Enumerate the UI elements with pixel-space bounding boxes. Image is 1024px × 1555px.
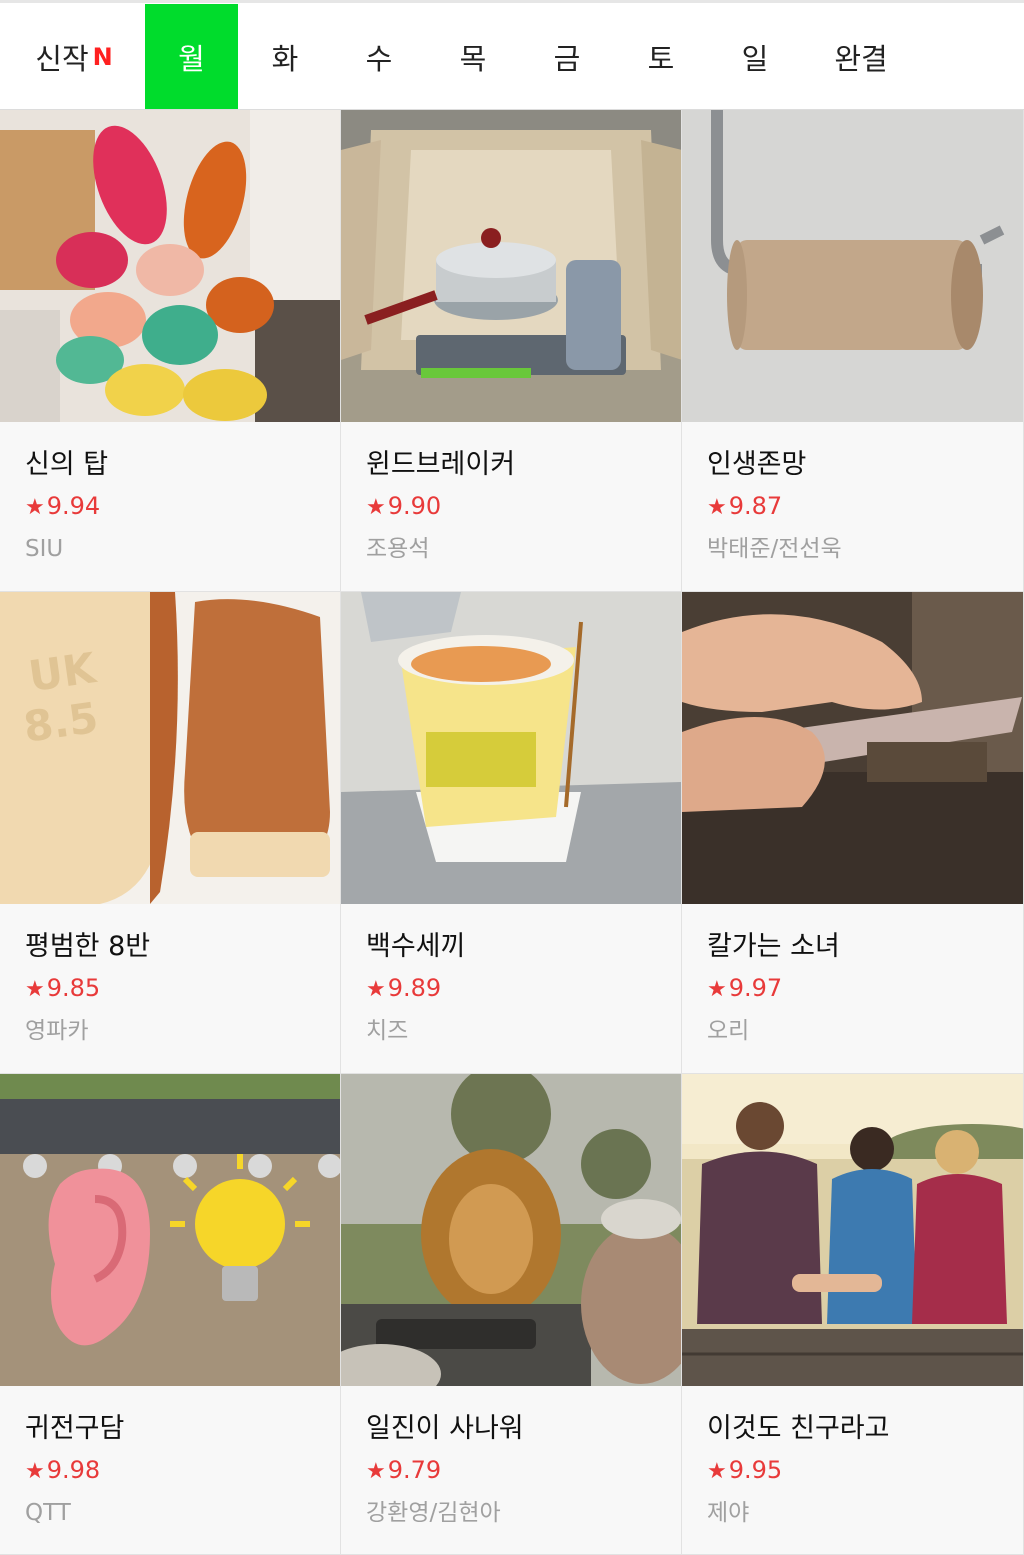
svg-text:8.5: 8.5 (21, 693, 102, 752)
card-info: 신의 탑 ★9.94 SIU (25, 445, 330, 569)
webtoon-author: QTT (25, 1500, 71, 1526)
card-info: 귀전구담 ★9.98 QTT (25, 1409, 330, 1533)
svg-text:UK: UK (26, 643, 100, 701)
star-icon: ★ (366, 1459, 386, 1484)
webtoon-title: 이것도 친구라고 (707, 1413, 890, 1444)
star-icon: ★ (25, 495, 45, 520)
webtoon-card[interactable]: 일진이 사나워 ★9.79 강환영/김현아 (341, 1074, 682, 1555)
tab-wednesday[interactable]: 수 (332, 4, 426, 109)
rating-value: 9.87 (728, 492, 783, 520)
rating-value: 9.95 (728, 1456, 783, 1484)
card-info: 평범한 8반 ★9.85 영파카 (25, 927, 330, 1051)
tab-monday[interactable]: 월 (145, 4, 238, 109)
card-info: 칼가는 소녀 ★9.97 오리 (707, 927, 1013, 1051)
tab-completed-label: 완결 (834, 41, 888, 76)
webtoon-card[interactable]: UK 8.5 평범한 8반 ★9.85 영파카 (0, 592, 341, 1074)
star-icon: ★ (25, 1459, 45, 1484)
webtoon-title: 백수세끼 (366, 931, 466, 962)
thumbnail-ballet-flats (0, 110, 340, 422)
thumbnail-toilet-paper-roll (682, 110, 1023, 422)
webtoon-author: 오리 (707, 1018, 750, 1044)
rating-value: 9.90 (387, 492, 442, 520)
rating-value: 9.97 (728, 974, 783, 1002)
webtoon-rating: ★9.79 (366, 1450, 671, 1492)
thumbnail-friends-dock (682, 1074, 1023, 1386)
webtoon-rating: ★9.94 (25, 486, 330, 528)
webtoon-rating: ★9.95 (707, 1450, 1013, 1492)
tab-new[interactable]: 신작 N (20, 4, 128, 109)
thumbnail-boots: UK 8.5 (0, 592, 340, 904)
tab-monday-label: 월 (178, 41, 205, 76)
webtoon-card[interactable]: 이것도 친구라고 ★9.95 제야 (682, 1074, 1024, 1555)
webtoon-title: 윈드브레이커 (366, 449, 516, 480)
tab-tuesday[interactable]: 화 (238, 4, 332, 109)
tab-friday-label: 금 (553, 41, 581, 76)
star-icon: ★ (707, 495, 727, 520)
webtoon-author: 박태준/전선욱 (707, 536, 842, 562)
tab-tuesday-label: 화 (271, 41, 299, 76)
tab-friday[interactable]: 금 (520, 4, 614, 109)
tab-completed[interactable]: 완결 (812, 4, 910, 109)
webtoon-rating: ★9.85 (25, 968, 330, 1010)
rating-value: 9.89 (387, 974, 442, 1002)
webtoon-card[interactable]: 귀전구담 ★9.98 QTT (0, 1074, 341, 1555)
star-icon: ★ (707, 1459, 727, 1484)
tab-sunday[interactable]: 일 (708, 4, 802, 109)
webtoon-rating: ★9.87 (707, 486, 1013, 528)
webtoon-card[interactable]: 인생존망 ★9.87 박태준/전선욱 (682, 110, 1024, 592)
card-info: 인생존망 ★9.87 박태준/전선욱 (707, 445, 1013, 569)
card-info: 윈드브레이커 ★9.90 조용석 (366, 445, 671, 569)
webtoon-card[interactable]: 윈드브레이커 ★9.90 조용석 (341, 110, 682, 592)
star-icon: ★ (366, 977, 386, 1002)
webtoon-card[interactable]: 백수세끼 ★9.89 치즈 (341, 592, 682, 1074)
webtoon-rating: ★9.90 (366, 486, 671, 528)
tab-thursday-label: 목 (459, 41, 487, 76)
webtoon-grid: 신의 탑 ★9.94 SIU 윈드브레이커 ★9.90 조용석 인생존망 ★9.… (0, 110, 1024, 1555)
webtoon-title: 평범한 8반 (25, 931, 151, 962)
tab-thursday[interactable]: 목 (426, 4, 520, 109)
tab-sunday-label: 일 (741, 41, 769, 76)
tab-saturday[interactable]: 토 (614, 4, 708, 109)
webtoon-title: 귀전구담 (25, 1413, 125, 1444)
webtoon-title: 칼가는 소녀 (707, 931, 840, 962)
star-icon: ★ (707, 977, 727, 1002)
webtoon-author: 강환영/김현아 (366, 1500, 501, 1526)
webtoon-card[interactable]: 신의 탑 ★9.94 SIU (0, 110, 341, 592)
webtoon-card[interactable]: 칼가는 소녀 ★9.97 오리 (682, 592, 1024, 1074)
webtoon-author: 치즈 (366, 1018, 409, 1044)
star-icon: ★ (366, 495, 386, 520)
thumbnail-knife-sharpening (682, 592, 1023, 904)
thumbnail-ear-and-lightbulb (0, 1074, 340, 1386)
webtoon-title: 신의 탑 (25, 449, 109, 480)
webtoon-rating: ★9.89 (366, 968, 671, 1010)
tab-new-label: 신작 (35, 41, 89, 76)
webtoon-author: 영파카 (25, 1018, 89, 1044)
webtoon-rating: ★9.98 (25, 1450, 330, 1492)
new-badge: N (92, 42, 113, 71)
weekday-tab-bar: 신작 N 월 화 수 목 금 토 일 완결 (0, 0, 1024, 110)
webtoon-rating: ★9.97 (707, 968, 1013, 1010)
rating-value: 9.94 (46, 492, 101, 520)
card-info: 백수세끼 ★9.89 치즈 (366, 927, 671, 1051)
webtoon-title: 일진이 사나워 (366, 1413, 524, 1444)
rating-value: 9.98 (46, 1456, 101, 1484)
webtoon-title: 인생존망 (707, 449, 807, 480)
tab-saturday-label: 토 (647, 41, 675, 76)
thumbnail-noodle-cup (341, 592, 681, 904)
thumbnail-camping-stove (341, 110, 681, 422)
card-info: 이것도 친구라고 ★9.95 제야 (707, 1409, 1013, 1533)
rating-value: 9.85 (46, 974, 101, 1002)
webtoon-author: 조용석 (366, 536, 430, 562)
webtoon-author: 제야 (707, 1500, 750, 1526)
rating-value: 9.79 (387, 1456, 442, 1484)
star-icon: ★ (25, 977, 45, 1002)
webtoon-author: SIU (25, 536, 64, 562)
thumbnail-lion-safari (341, 1074, 681, 1386)
tab-wednesday-label: 수 (365, 41, 393, 76)
card-info: 일진이 사나워 ★9.79 강환영/김현아 (366, 1409, 671, 1533)
